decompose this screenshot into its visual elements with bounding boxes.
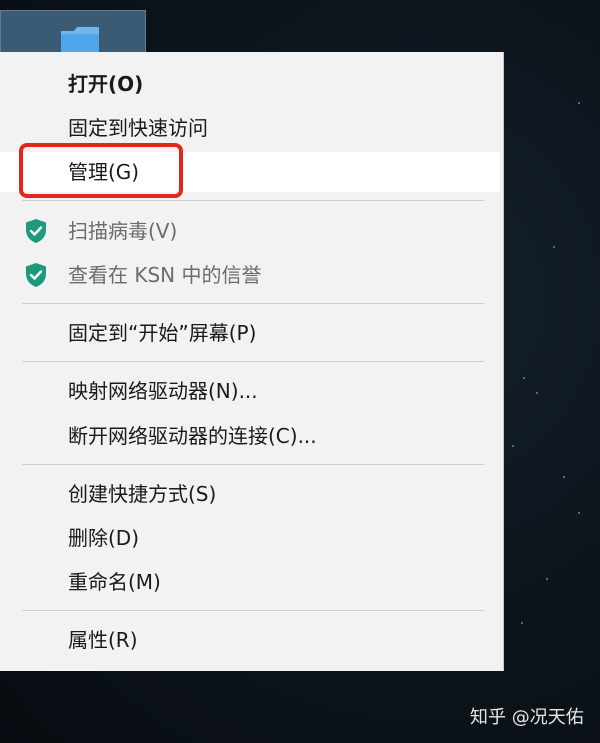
menu-item-disconnect-network-drive[interactable]: 断开网络驱动器的连接(C)... bbox=[0, 416, 500, 456]
menu-item-delete[interactable]: 删除(D) bbox=[0, 518, 500, 558]
menu-item-map-network-drive[interactable]: 映射网络驱动器(N)... bbox=[0, 371, 500, 411]
menu-separator bbox=[22, 361, 484, 362]
menu-separator bbox=[22, 610, 484, 611]
menu-separator bbox=[22, 303, 484, 304]
watermark: 知乎 @况天佑 bbox=[470, 707, 584, 728]
menu-item-pin-start[interactable]: 固定到“开始”屏幕(P) bbox=[0, 313, 500, 353]
menu-separator bbox=[22, 200, 484, 201]
menu-item-create-shortcut[interactable]: 创建快捷方式(S) bbox=[0, 474, 500, 514]
menu-item-scan-virus[interactable]: 扫描病毒(V) bbox=[0, 211, 500, 251]
menu-item-properties[interactable]: 属性(R) bbox=[0, 620, 500, 660]
menu-item-ksn-reputation[interactable]: 查看在 KSN 中的信誉 bbox=[0, 255, 500, 295]
highlight-annotation-box bbox=[19, 143, 183, 198]
menu-separator bbox=[22, 464, 484, 465]
menu-item-open[interactable]: 打开(O) bbox=[0, 64, 500, 104]
menu-item-pin-quick-access[interactable]: 固定到快速访问 bbox=[0, 108, 500, 148]
menu-item-rename[interactable]: 重命名(M) bbox=[0, 562, 500, 602]
folder-icon bbox=[61, 27, 99, 53]
desktop-item-selected[interactable] bbox=[0, 10, 146, 55]
